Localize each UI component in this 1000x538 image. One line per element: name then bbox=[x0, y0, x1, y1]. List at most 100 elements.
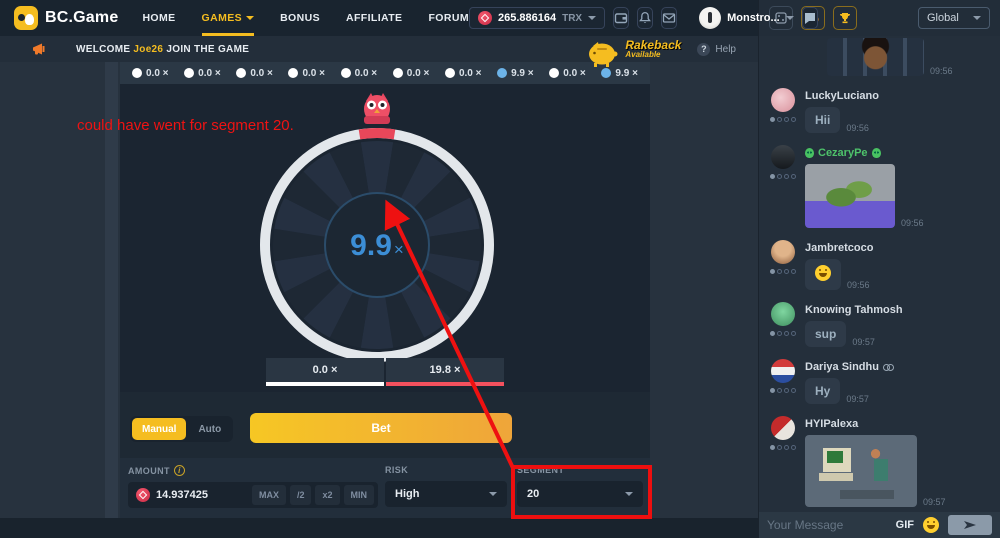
chat-gif[interactable] bbox=[827, 38, 924, 76]
segment-select[interactable]: 20 bbox=[517, 481, 643, 507]
trx-coin-icon bbox=[478, 11, 492, 25]
messages-button[interactable] bbox=[661, 7, 677, 29]
history-multiplier: 0.0 × bbox=[355, 68, 378, 79]
rakeback-widget[interactable]: Rakeback Available bbox=[585, 34, 681, 64]
result-dot-icon bbox=[497, 68, 507, 78]
chat-message: Jambretcoco09:56 bbox=[767, 240, 992, 290]
bcgame-logo[interactable]: BC.Game bbox=[14, 6, 118, 30]
chat-message: 09:56 bbox=[767, 38, 992, 76]
history-result[interactable]: 9.9 × bbox=[497, 68, 534, 79]
avatar[interactable] bbox=[771, 145, 795, 169]
nav-item-bonus[interactable]: BONUS bbox=[280, 0, 320, 36]
history-result[interactable]: 0.0 × bbox=[132, 68, 169, 79]
chat-header: Global bbox=[759, 0, 1000, 36]
trophy-icon bbox=[838, 11, 852, 25]
risk-select[interactable]: High bbox=[385, 481, 507, 507]
history-result[interactable]: 0.0 × bbox=[341, 68, 378, 79]
welcome-prefix: WELCOME bbox=[76, 44, 130, 55]
result-tab-label: 0.0 × bbox=[266, 358, 384, 382]
amount-div2-button[interactable]: /2 bbox=[290, 485, 312, 505]
nav-item-forum[interactable]: FORUM bbox=[428, 0, 469, 36]
badge-icon bbox=[777, 388, 782, 393]
avatar[interactable] bbox=[771, 359, 795, 383]
avatar[interactable] bbox=[771, 88, 795, 112]
bet-row: Manual Auto Bet bbox=[120, 392, 650, 458]
badge-icon bbox=[777, 117, 782, 122]
piggy-bank-icon bbox=[585, 39, 621, 69]
chat-room-select[interactable]: Global bbox=[918, 7, 990, 29]
badge-row bbox=[770, 388, 796, 393]
amount-MAX-button[interactable]: MAX bbox=[252, 485, 286, 505]
history-result[interactable]: 0.0 × bbox=[288, 68, 325, 79]
nav-item-label: FORUM bbox=[428, 12, 469, 24]
chat-username[interactable]: HYIPalexa bbox=[805, 418, 992, 430]
nav-item-label: GAMES bbox=[202, 12, 243, 24]
result-tab[interactable]: 0.0 × bbox=[266, 358, 384, 386]
timestamp: 09:56 bbox=[901, 218, 924, 228]
chat-toggle-button[interactable] bbox=[802, 7, 818, 29]
timestamp: 09:57 bbox=[852, 337, 875, 347]
result-dot-icon bbox=[184, 68, 194, 78]
manual-mode-button[interactable]: Manual bbox=[132, 418, 186, 440]
history-result[interactable]: 0.0 × bbox=[236, 68, 273, 79]
history-multiplier: 0.0 × bbox=[563, 68, 586, 79]
wallet-button[interactable] bbox=[613, 7, 629, 29]
chat-username[interactable]: CezaryPe bbox=[805, 147, 992, 159]
chat-username[interactable]: Dariya Sindhu bbox=[805, 361, 992, 373]
avatar bbox=[699, 7, 721, 29]
result-dot-icon bbox=[236, 68, 246, 78]
chat-messages: 09:56LuckyLucianoHii09:56CezaryPe09:56Ja… bbox=[759, 36, 1000, 512]
chat-username[interactable]: Knowing Tahmosh bbox=[805, 304, 992, 316]
help-button[interactable]: ? Help bbox=[697, 43, 736, 56]
bet-button[interactable]: Bet bbox=[250, 413, 512, 443]
notifications-button[interactable] bbox=[637, 7, 653, 29]
result-dot-icon bbox=[445, 68, 455, 78]
bet-controls: AMOUNT i 14.937425 MAX/2x2MIN RISK High bbox=[120, 458, 650, 518]
amount-x2-button[interactable]: x2 bbox=[315, 485, 339, 505]
avatar[interactable] bbox=[771, 240, 795, 264]
nav-item-label: AFFILIATE bbox=[346, 12, 402, 24]
user-menu[interactable]: Monstro... bbox=[699, 7, 794, 29]
message-input[interactable] bbox=[767, 518, 887, 532]
badge-row bbox=[770, 445, 796, 450]
chat-message: CezaryPe 09:56 bbox=[767, 145, 992, 228]
send-button[interactable] bbox=[948, 515, 992, 535]
balance-selector[interactable]: 265.886164 TRX bbox=[469, 7, 605, 29]
username: Monstro... bbox=[727, 12, 780, 24]
message-avatar-column bbox=[767, 302, 799, 347]
owl-icon bbox=[357, 92, 397, 126]
gif-button[interactable]: GIF bbox=[896, 519, 914, 531]
chat-bubble: Hii bbox=[805, 107, 840, 133]
history-result[interactable]: 0.0 × bbox=[393, 68, 430, 79]
wheel-pointer-segment bbox=[359, 133, 394, 134]
segment-group: SEGMENT 20 bbox=[517, 465, 643, 507]
footer-strip bbox=[0, 518, 758, 538]
nav-item-games[interactable]: GAMES bbox=[202, 0, 255, 36]
amount-MIN-button[interactable]: MIN bbox=[344, 485, 375, 505]
chat-gif[interactable] bbox=[805, 435, 917, 507]
auto-mode-button[interactable]: Auto bbox=[188, 418, 231, 440]
result-tab[interactable]: 19.8 × bbox=[386, 358, 504, 386]
timestamp: 09:57 bbox=[846, 394, 869, 404]
leaderboard-button[interactable] bbox=[833, 6, 857, 30]
wheel-svg-slot: 9.9× bbox=[252, 120, 502, 370]
chat-username[interactable]: LuckyLuciano bbox=[805, 90, 992, 102]
nav-item-home[interactable]: HOME bbox=[142, 0, 175, 36]
info-icon[interactable]: i bbox=[174, 465, 185, 476]
history-result[interactable]: 0.0 × bbox=[549, 68, 586, 79]
username-text: Knowing Tahmosh bbox=[805, 304, 903, 316]
amount-input[interactable]: 14.937425 MAX/2x2MIN bbox=[128, 482, 378, 508]
history-result[interactable]: 0.0 × bbox=[184, 68, 221, 79]
segment-label: SEGMENT bbox=[517, 465, 564, 475]
avatar[interactable] bbox=[771, 302, 795, 326]
chat-username[interactable]: Jambretcoco bbox=[805, 242, 992, 254]
welcome-suffix: JOIN THE GAME bbox=[166, 44, 249, 55]
chevron-down-icon bbox=[489, 492, 497, 496]
nav-item-affiliate[interactable]: AFFILIATE bbox=[346, 0, 402, 36]
avatar[interactable] bbox=[771, 416, 795, 440]
result-dot-icon bbox=[393, 68, 403, 78]
history-result[interactable]: 9.9 × bbox=[601, 68, 638, 79]
chat-gif[interactable] bbox=[805, 164, 895, 228]
emoji-icon[interactable] bbox=[923, 517, 939, 533]
history-result[interactable]: 0.0 × bbox=[445, 68, 482, 79]
